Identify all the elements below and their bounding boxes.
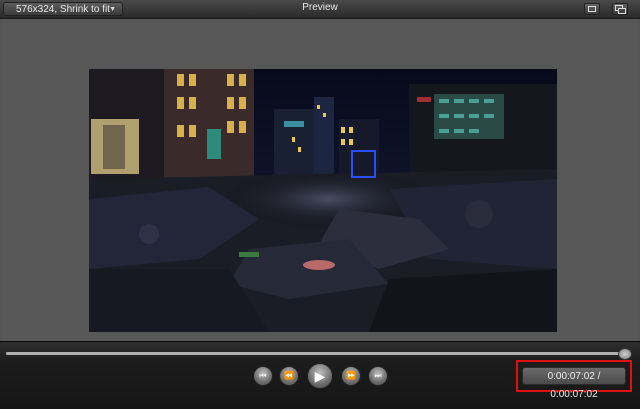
seek-progress (6, 352, 630, 355)
fast-forward-icon: ⏩ (346, 371, 356, 380)
preview-workspace (2, 19, 638, 341)
rewind-icon: ⏪ (284, 371, 294, 380)
seek-bar[interactable] (6, 348, 632, 360)
video-preview-frame[interactable] (89, 69, 557, 332)
play-icon: ▶ (314, 368, 326, 384)
playback-controls: ⏮ ⏪ ▶ ⏩ ⏭ 0:00:07:02 / 0:00:07:02 (0, 341, 640, 409)
fit-to-window-button[interactable] (584, 3, 600, 15)
play-button[interactable]: ▶ (307, 363, 333, 389)
seek-thumb[interactable] (618, 348, 632, 360)
window-title: Preview (302, 2, 338, 13)
skip-to-start-button[interactable]: ⏮ (253, 366, 273, 386)
skip-to-end-button[interactable]: ⏭ (368, 366, 388, 386)
preview-titlebar: 576x324, Shrink to fit ▼ Preview (0, 0, 640, 19)
skip-to-start-icon: ⏮ (259, 371, 267, 380)
fit-to-window-icon (588, 6, 596, 12)
rewind-button[interactable]: ⏪ (279, 366, 299, 386)
detach-window-button[interactable] (612, 3, 628, 15)
fast-forward-button[interactable]: ⏩ (341, 366, 361, 386)
video-frame-image (89, 69, 557, 332)
skip-to-end-icon: ⏭ (374, 371, 382, 380)
time-display: 0:00:07:02 / 0:00:07:02 (522, 367, 626, 400)
time-display-highlight: 0:00:07:02 / 0:00:07:02 (516, 360, 632, 400)
